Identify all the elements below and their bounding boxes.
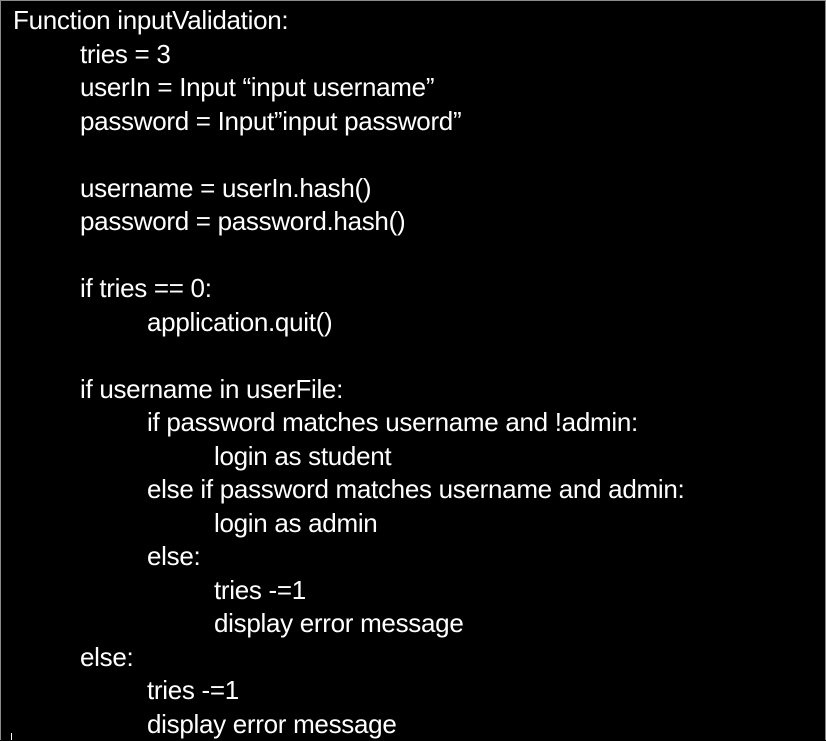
- code-line: display error message: [13, 708, 825, 741]
- code-line: if password matches username and !admin:: [13, 406, 825, 440]
- code-line: else:: [13, 641, 825, 675]
- code-line: if tries == 0:: [13, 272, 825, 306]
- code-line: display error message: [13, 607, 825, 641]
- text-cursor-mark: [11, 733, 12, 740]
- code-line: tries = 3: [13, 38, 825, 72]
- blank-line: [13, 339, 825, 373]
- code-line: application.quit(): [13, 306, 825, 340]
- code-line: login as student: [13, 440, 825, 474]
- code-line: tries -=1: [13, 574, 825, 608]
- pseudocode-block: Function inputValidation: tries = 3 user…: [13, 4, 825, 741]
- code-line: else if password matches username and ad…: [13, 473, 825, 507]
- blank-line: [13, 239, 825, 273]
- code-line: password = Input”input password”: [13, 105, 825, 139]
- code-document: Function inputValidation: tries = 3 user…: [0, 0, 826, 740]
- code-line: if username in userFile:: [13, 373, 825, 407]
- blank-line: [13, 138, 825, 172]
- code-line: tries -=1: [13, 674, 825, 708]
- code-line: password = password.hash(): [13, 205, 825, 239]
- code-line: else:: [13, 540, 825, 574]
- code-line: userIn = Input “input username”: [13, 71, 825, 105]
- code-line: username = userIn.hash(): [13, 172, 825, 206]
- code-line: Function inputValidation:: [13, 4, 825, 38]
- code-line: login as admin: [13, 507, 825, 541]
